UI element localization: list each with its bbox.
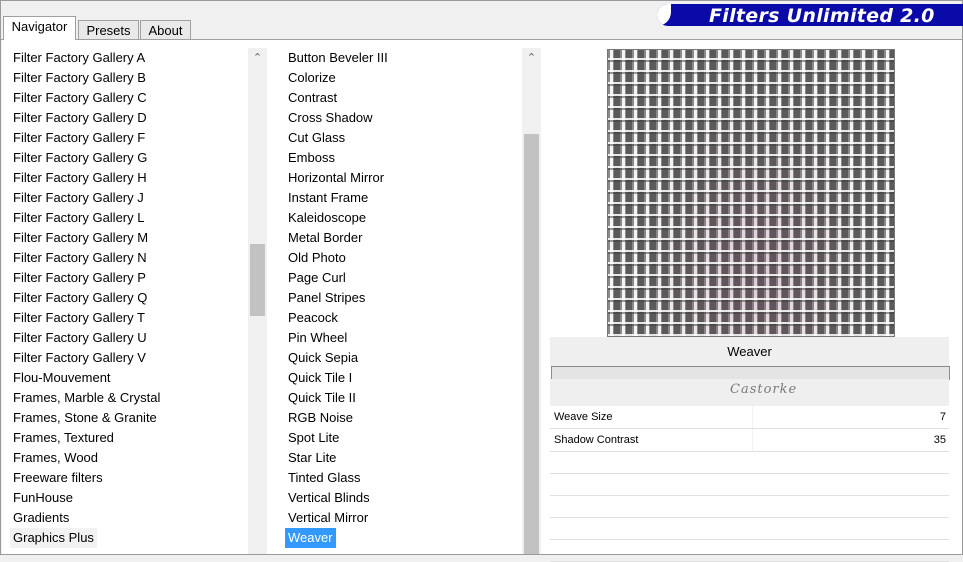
param-label: Shadow Contrast [554,434,639,446]
tab-presets[interactable]: Presets [78,20,139,40]
filter-item[interactable]: Quick Sepia [285,348,361,368]
filter-scroll-thumb[interactable] [524,134,539,554]
category-list[interactable]: Filter Factory Gallery A Filter Factory G… [10,48,246,554]
category-item[interactable]: Frames, Marble & Crystal [10,388,163,408]
app-title: Filters Unlimited 2.0 [709,5,935,26]
app-banner: Filters Unlimited 2.0 [657,4,963,26]
filter-item[interactable]: Contrast [285,88,340,108]
filters-unlimited-window: Navigator Presets About Filters Unlimited … [0,0,963,562]
category-item[interactable]: Graphics Plus [10,528,97,548]
category-item[interactable]: Frames, Wood [10,448,101,468]
category-item[interactable]: Filter Factory Gallery C [10,88,150,108]
filter-item[interactable]: Emboss [285,148,338,168]
param-value[interactable]: 7 [940,406,946,428]
param-slider-marker [752,429,753,451]
category-item[interactable]: Filter Factory Gallery A [10,48,148,68]
category-item[interactable]: Filter Factory Gallery P [10,268,149,288]
filter-item[interactable]: Cross Shadow [285,108,376,128]
empty-param-row [550,540,949,562]
filter-item[interactable]: Page Curl [285,268,349,288]
category-item[interactable]: Filter Factory Gallery B [10,68,149,88]
category-item[interactable]: Filter Factory Gallery M [10,228,151,248]
category-item[interactable]: Filter Factory Gallery D [10,108,150,128]
param-slider-marker [752,406,753,428]
category-item[interactable]: Frames, Textured [10,428,117,448]
watermark-text: Castorke [730,382,798,397]
filter-item[interactable]: Peacock [285,308,341,328]
filter-item[interactable]: Spot Lite [285,428,342,448]
progress-bar [551,366,950,380]
filter-item[interactable]: Weaver [285,528,336,548]
category-item[interactable]: Frames, Stone & Granite [10,408,160,428]
chevron-up-icon[interactable]: ⌃ [248,48,267,68]
filter-scrollbar[interactable]: ⌃ [522,48,541,554]
preview-area [550,48,948,348]
category-item[interactable]: Filter Factory Gallery H [10,168,150,188]
category-item[interactable]: Filter Factory Gallery V [10,348,149,368]
filter-item[interactable]: Quick Tile II [285,388,359,408]
category-scroll-thumb[interactable] [250,244,265,316]
filter-item[interactable]: Vertical Blinds [285,488,373,508]
filter-item[interactable]: Metal Border [285,228,365,248]
category-item[interactable]: Flou-Mouvement [10,368,114,388]
empty-param-row [550,474,949,496]
category-item[interactable]: Filter Factory Gallery G [10,148,150,168]
filter-item[interactable]: RGB Noise [285,408,356,428]
filter-item[interactable]: Button Beveler III [285,48,391,68]
filter-item[interactable]: Kaleidoscope [285,208,369,228]
filter-item[interactable]: Panel Stripes [285,288,368,308]
category-item[interactable]: FunHouse [10,488,76,508]
chevron-up-icon[interactable]: ⌃ [522,48,541,68]
watermark-strip: Castorke [550,379,949,406]
empty-param-row [550,518,949,540]
filter-item[interactable]: Cut Glass [285,128,348,148]
filter-item[interactable]: Quick Tile I [285,368,355,388]
filter-item[interactable]: Horizontal Mirror [285,168,387,188]
param-row[interactable]: Shadow Contrast 35 [550,429,949,452]
filter-item[interactable]: Tinted Glass [285,468,364,488]
filter-item[interactable]: Vertical Mirror [285,508,371,528]
category-item[interactable]: Filter Factory Gallery U [10,328,150,348]
category-item[interactable]: Gradients [10,508,72,528]
category-item[interactable]: Freeware filters [10,468,106,488]
empty-param-row [550,496,949,518]
filter-item[interactable]: Pin Wheel [285,328,350,348]
param-label: Weave Size [554,411,613,423]
preview-image [607,49,895,337]
category-item[interactable]: Filter Factory Gallery J [10,188,147,208]
parameter-list: Weave Size 7 Shadow Contrast 35 [550,406,949,562]
navigator-panel: Filter Factory Gallery A Filter Factory G… [2,40,962,562]
empty-param-row [550,452,949,474]
banner-curve [657,4,671,26]
tab-about[interactable]: About [140,20,191,40]
filter-item[interactable]: Colorize [285,68,339,88]
category-item[interactable]: Filter Factory Gallery L [10,208,147,228]
param-value[interactable]: 35 [934,429,946,451]
category-item[interactable]: Filter Factory Gallery T [10,308,148,328]
filter-list[interactable]: Button Beveler III Colorize Contrast Cross … [285,48,521,554]
filter-name-label: Weaver [550,337,949,366]
category-item[interactable]: Filter Factory Gallery Q [10,288,150,308]
tab-navigator[interactable]: Navigator [3,16,76,40]
param-row[interactable]: Weave Size 7 [550,406,949,429]
filter-item[interactable]: Star Lite [285,448,339,468]
category-item[interactable]: Filter Factory Gallery F [10,128,148,148]
filter-item[interactable]: Instant Frame [285,188,371,208]
category-scrollbar[interactable]: ⌃ [248,48,267,554]
category-item[interactable]: Filter Factory Gallery N [10,248,150,268]
filter-item[interactable]: Old Photo [285,248,349,268]
